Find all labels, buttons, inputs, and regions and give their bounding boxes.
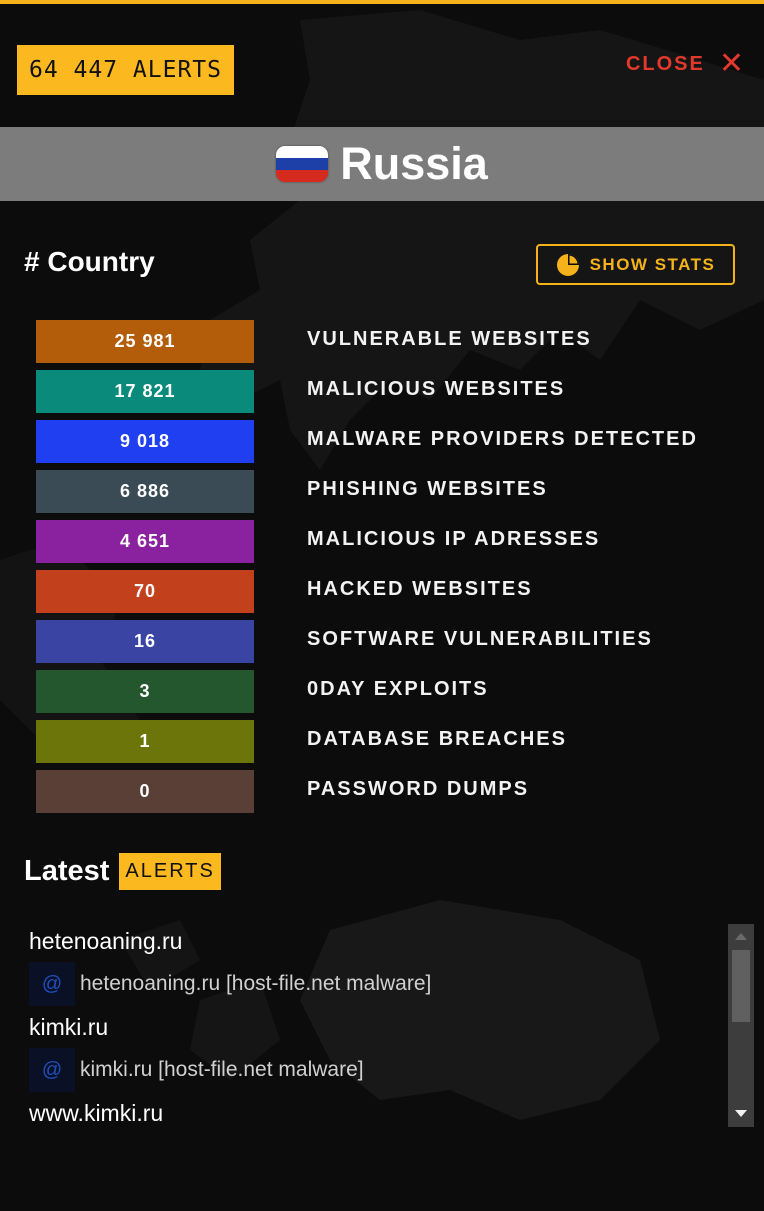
at-sign-icon: @ [29, 962, 75, 1006]
stat-row[interactable]: 0 PASSWORD DUMPS [36, 770, 736, 820]
total-alerts-badge: 64 447 ALERTS [17, 45, 234, 95]
stat-row[interactable]: 25 981 VULNERABLE WEBSITES [36, 320, 736, 370]
alert-domain-link[interactable]: www.kimki.ru [29, 1092, 719, 1134]
stat-row[interactable]: 6 886 PHISHING WEBSITES [36, 470, 736, 520]
stat-value: 17 821 [36, 370, 254, 413]
top-accent-bar [0, 0, 764, 4]
close-x-icon: ✕ [718, 46, 746, 81]
stat-row[interactable]: 1 DATABASE BREACHES [36, 720, 736, 770]
stat-label: SOFTWARE VULNERABILITIES [307, 628, 653, 650]
stat-label: HACKED WEBSITES [307, 578, 533, 600]
alert-detail: @ kimki.ru [host-file.net malware] [29, 1048, 719, 1092]
alert-detail-text: hetenoaning.ru [host-file.net malware] [80, 972, 432, 995]
stat-value: 9 018 [36, 420, 254, 463]
alerts-badge: ALERTS [119, 853, 221, 890]
at-sign-icon: @ [29, 1048, 75, 1092]
stat-value: 25 981 [36, 320, 254, 363]
scroll-thumb[interactable] [732, 950, 750, 1022]
latest-alerts-heading: Latest ALERTS [24, 853, 221, 890]
alert-detail: @ hetenoaning.ru [host-file.net malware] [29, 962, 719, 1006]
scroll-up-arrow-icon[interactable] [735, 933, 747, 940]
scroll-down-arrow-icon[interactable] [735, 1110, 747, 1117]
stat-value: 6 886 [36, 470, 254, 513]
close-label: CLOSE [625, 52, 705, 75]
stat-row[interactable]: 9 018 MALWARE PROVIDERS DETECTED [36, 420, 736, 470]
stat-value: 1 [36, 720, 254, 763]
stat-label: DATABASE BREACHES [307, 728, 567, 750]
stat-value: 70 [36, 570, 254, 613]
stats-list: 25 981 VULNERABLE WEBSITES 17 821 MALICI… [36, 320, 736, 820]
stat-label: 0DAY EXPLOITS [307, 678, 489, 700]
stat-row[interactable]: 3 0DAY EXPLOITS [36, 670, 736, 720]
stat-row[interactable]: 4 651 MALICIOUS IP ADRESSES [36, 520, 736, 570]
show-stats-label: SHOW STATS [589, 254, 716, 274]
alerts-scrollbar[interactable] [728, 924, 754, 1127]
stat-label: MALWARE PROVIDERS DETECTED [307, 428, 698, 450]
show-stats-button[interactable]: SHOW STATS [536, 244, 735, 285]
stat-row[interactable]: 16 SOFTWARE VULNERABILITIES [36, 620, 736, 670]
stat-value: 16 [36, 620, 254, 663]
section-title: # Country [24, 246, 155, 277]
stat-label: MALICIOUS WEBSITES [307, 378, 566, 400]
latest-title: Latest [24, 855, 110, 887]
alert-domain-link[interactable]: hetenoaning.ru [29, 920, 719, 962]
stat-value: 3 [36, 670, 254, 713]
alert-detail-text: kimki.ru [host-file.net malware] [80, 1058, 364, 1081]
stat-label: VULNERABLE WEBSITES [307, 328, 592, 350]
stat-value: 0 [36, 770, 254, 813]
country-panel: 64 447 ALERTS CLOSE ✕ Russia # Country S… [0, 0, 764, 1211]
stat-label: PASSWORD DUMPS [307, 778, 530, 800]
stat-value: 4 651 [36, 520, 254, 563]
close-button[interactable]: CLOSE ✕ [625, 46, 746, 81]
stat-label: MALICIOUS IP ADRESSES [307, 528, 601, 550]
latest-alerts-list: hetenoaning.ru @ hetenoaning.ru [host-fi… [29, 920, 719, 1134]
russia-flag-icon [276, 146, 329, 182]
stat-label: PHISHING WEBSITES [307, 478, 548, 500]
stat-row[interactable]: 17 821 MALICIOUS WEBSITES [36, 370, 736, 420]
country-header: Russia [0, 127, 764, 201]
stat-row[interactable]: 70 HACKED WEBSITES [36, 570, 736, 620]
pie-chart-icon [556, 253, 579, 276]
country-name: Russia [340, 138, 488, 189]
alert-domain-link[interactable]: kimki.ru [29, 1006, 719, 1048]
